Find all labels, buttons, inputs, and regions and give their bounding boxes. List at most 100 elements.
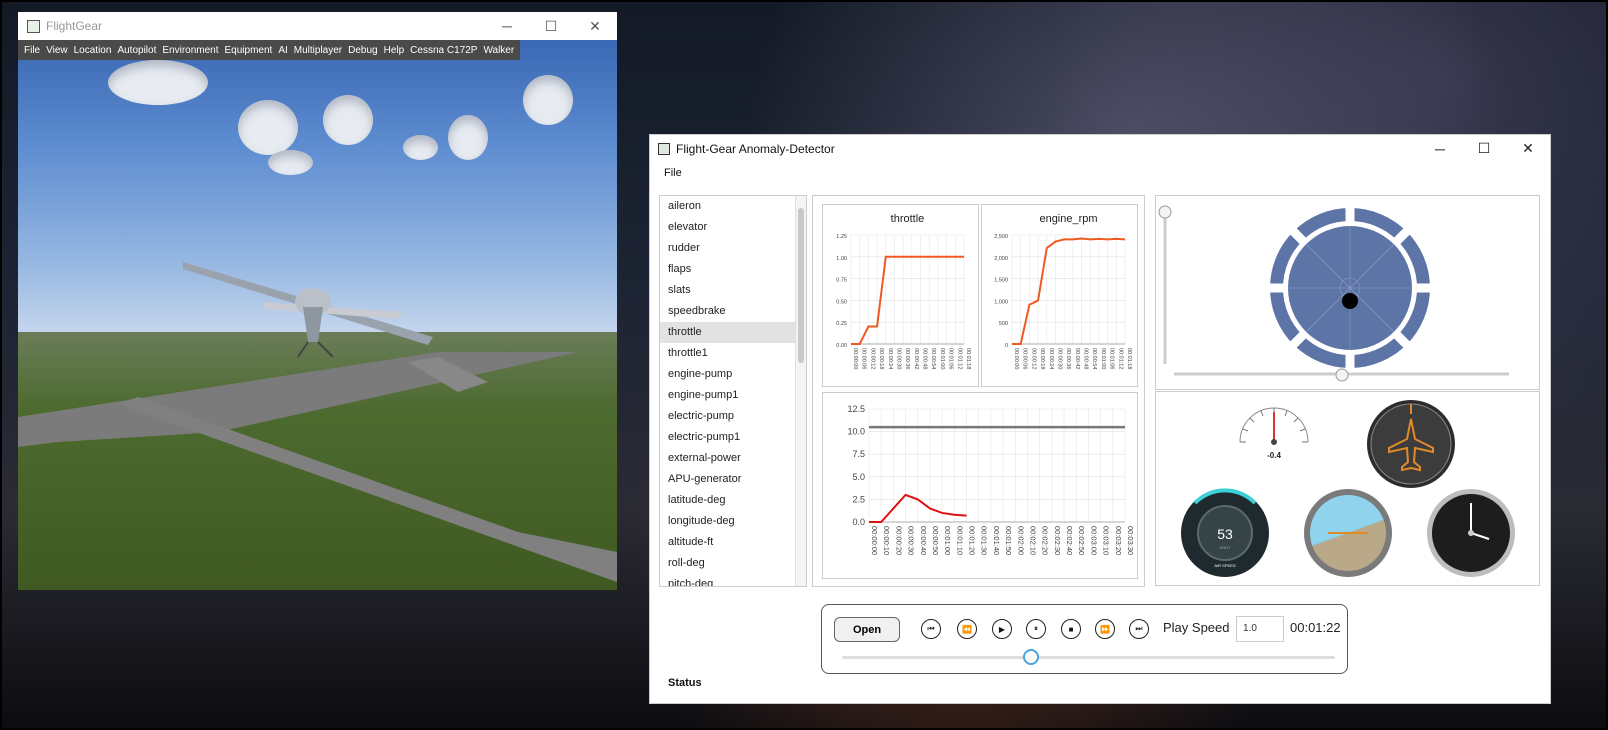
x-tick-label: 00:01:06 xyxy=(948,348,954,369)
menu-item[interactable]: Help xyxy=(381,45,408,56)
list-item[interactable]: aileron xyxy=(660,196,806,217)
x-tick-label: 00:00:42 xyxy=(913,348,919,369)
x-tick-label: 00:01:18 xyxy=(965,348,971,369)
menu-item[interactable]: Cessna C172P xyxy=(407,45,480,56)
minimize-icon[interactable]: ─ xyxy=(485,18,529,34)
y-tick-label: 0.0 xyxy=(852,517,865,527)
menu-item[interactable]: Equipment xyxy=(222,45,276,56)
open-button[interactable]: Open xyxy=(834,617,900,642)
flightgear-window[interactable]: FlightGear ─ ☐ ✕ File View Location Auto… xyxy=(18,12,617,590)
list-item[interactable]: elevator xyxy=(660,217,806,238)
stop-icon[interactable]: ■ xyxy=(1061,619,1081,639)
close-icon[interactable]: ✕ xyxy=(573,18,617,35)
fast-forward-icon[interactable]: ⏩ xyxy=(1095,619,1115,639)
y-tick-label: 2,000 xyxy=(994,256,1008,262)
x-tick-label: 00:01:50 xyxy=(1004,526,1013,555)
minimize-icon[interactable]: ─ xyxy=(1418,141,1462,157)
anomaly-detector-window[interactable]: Flight-Gear Anomaly-Detector ─ ☐ ✕ File … xyxy=(649,134,1551,704)
menu-item[interactable]: Multiplayer xyxy=(291,45,345,56)
x-tick-label: 00:00:42 xyxy=(1074,348,1080,369)
attribute-list[interactable]: aileron elevator rudder flaps slats speedbrak… xyxy=(659,195,807,587)
x-tick-label: 00:00:18 xyxy=(878,348,884,369)
list-item[interactable]: electric-pump1 xyxy=(660,427,806,448)
play-icon[interactable]: ▶ xyxy=(992,619,1012,639)
rudder-slider-knob[interactable] xyxy=(1158,205,1172,219)
menu-item[interactable]: Autopilot xyxy=(114,45,159,56)
list-item[interactable]: APU-generator xyxy=(660,469,806,490)
list-item[interactable]: pitch-deg xyxy=(660,574,806,586)
menu-item[interactable]: Location xyxy=(71,45,115,56)
timeline-track[interactable] xyxy=(842,656,1335,659)
timeline-knob[interactable] xyxy=(1023,649,1040,665)
list-item[interactable]: flaps xyxy=(660,259,806,280)
x-tick-label: 00:00:06 xyxy=(861,348,867,369)
menu-item[interactable]: File xyxy=(21,45,43,56)
play-speed-input[interactable]: 1.0 xyxy=(1236,616,1284,642)
scroll-thumb[interactable] xyxy=(798,208,804,363)
menu-item[interactable]: View xyxy=(43,45,71,56)
x-tick-label: 00:02:10 xyxy=(1028,526,1037,555)
list-item[interactable]: longitude-deg xyxy=(660,511,806,532)
y-tick-label: 1,500 xyxy=(994,278,1008,284)
x-tick-label: 00:00:54 xyxy=(930,348,936,369)
app-icon xyxy=(658,142,670,155)
correlation-chart: 0.0 2.5 5.0 7.5 10.0 12.5 00:00:00 00:00:10 00:0… xyxy=(822,392,1138,579)
aircraft-illustration xyxy=(183,262,433,358)
list-item[interactable]: altitude-ft xyxy=(660,532,806,553)
joystick-knob[interactable] xyxy=(1342,293,1358,309)
menu-file[interactable]: File xyxy=(664,167,682,179)
clock-gauge xyxy=(1427,489,1515,577)
menu-item[interactable]: Debug xyxy=(345,45,380,56)
desktop-background: FlightGear ─ ☐ ✕ File View Location Auto… xyxy=(0,0,1608,730)
x-tick-label: 00:00:48 xyxy=(1083,348,1089,369)
list-item[interactable]: throttle1 xyxy=(660,343,806,364)
list-item[interactable]: rudder xyxy=(660,238,806,259)
list-item[interactable]: electric-pump xyxy=(660,406,806,427)
y-tick-label: 5.0 xyxy=(852,472,865,482)
y-tick-label: 0 xyxy=(1005,343,1008,349)
x-tick-label: 00:00:12 xyxy=(1030,348,1036,369)
x-tick-label: 00:01:00 xyxy=(939,348,945,369)
x-tick-label: 00:00:36 xyxy=(1065,348,1071,369)
x-tick-label: 00:01:00 xyxy=(943,526,952,555)
x-tick-label: 00:00:18 xyxy=(1039,348,1045,369)
playback-controls: Open ⏮ ⏪ ▶ ⏸ ■ ⏩ ⏭ Play Speed 1.0 00:01:… xyxy=(821,604,1348,674)
menu-item[interactable]: AI xyxy=(275,45,290,56)
x-tick-label: 00:00:40 xyxy=(919,526,928,555)
altimeter-readout: -0.4 xyxy=(1267,451,1281,460)
menu-item[interactable]: Environment xyxy=(159,45,221,56)
list-item[interactable]: engine-pump xyxy=(660,364,806,385)
list-item[interactable]: throttle xyxy=(660,322,806,343)
rewind-icon[interactable]: ⏪ xyxy=(957,619,977,639)
x-tick-label: 00:00:30 xyxy=(1056,348,1062,369)
x-tick-label: 00:01:10 xyxy=(955,526,964,555)
throttle-chart: throttle 0.00 0.25 0.50 0.75 1.00 1.25 00:00:00… xyxy=(822,204,979,387)
x-tick-label: 00:03:00 xyxy=(1089,526,1098,555)
maximize-icon[interactable]: ☐ xyxy=(1462,140,1506,157)
skip-to-end-icon[interactable]: ⏭ xyxy=(1129,619,1149,639)
y-tick-label: 0.25 xyxy=(836,321,847,327)
terrain-view xyxy=(18,332,617,590)
list-item[interactable]: speedbrake xyxy=(660,301,806,322)
window-title: FlightGear xyxy=(46,19,103,33)
pause-icon[interactable]: ⏸ xyxy=(1026,619,1046,639)
altimeter-gauge: -0.4 xyxy=(1239,407,1309,460)
list-item[interactable]: latitude-deg xyxy=(660,490,806,511)
flightgear-menubar: File View Location Autopilot Environment… xyxy=(18,40,521,60)
list-item[interactable]: roll-deg xyxy=(660,553,806,574)
x-tick-label: 00:01:40 xyxy=(992,526,1001,555)
list-item[interactable]: slats xyxy=(660,280,806,301)
series-line xyxy=(1012,237,1126,345)
list-item[interactable]: engine-pump1 xyxy=(660,385,806,406)
close-icon[interactable]: ✕ xyxy=(1506,140,1550,157)
list-item[interactable]: external-power xyxy=(660,448,806,469)
chart-title: engine_rpm xyxy=(1039,213,1097,225)
list-scrollbar[interactable] xyxy=(795,196,806,586)
menu-item[interactable]: Walker xyxy=(480,45,517,56)
joystick[interactable] xyxy=(1269,207,1431,369)
throttle-slider-knob[interactable] xyxy=(1335,368,1349,382)
maximize-icon[interactable]: ☐ xyxy=(529,18,573,35)
skip-to-start-icon[interactable]: ⏮ xyxy=(921,619,941,639)
x-tick-label: 00:02:30 xyxy=(1053,526,1062,555)
x-tick-label: 00:02:20 xyxy=(1041,526,1050,555)
